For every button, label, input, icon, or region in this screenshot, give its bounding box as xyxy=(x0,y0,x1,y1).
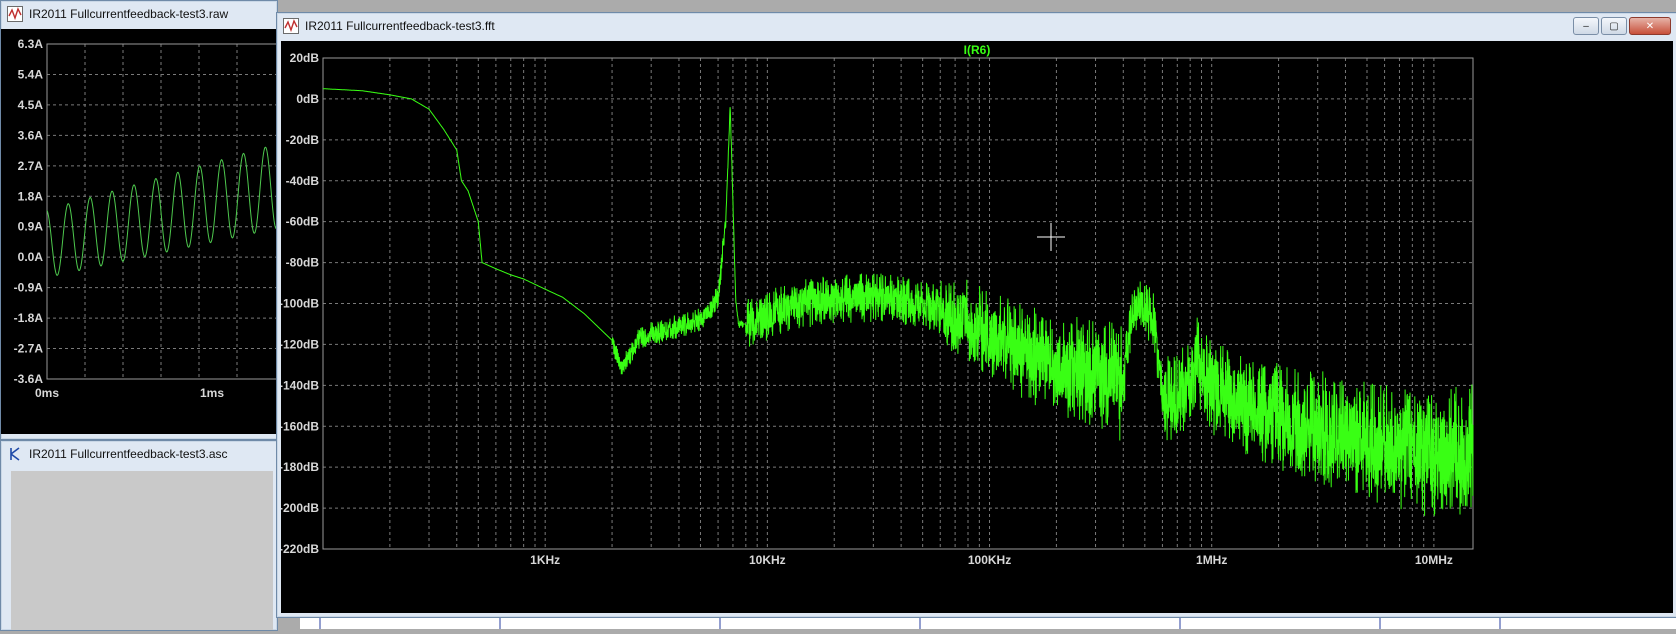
fft-x-tick-label: 1MHz xyxy=(1196,553,1227,567)
raw-window-titlebar[interactable]: IR2011 Fullcurrentfeedback-test3.raw xyxy=(1,1,277,27)
raw-y-tick-label: -2.7A xyxy=(14,342,44,356)
maximize-button[interactable]: ▢ xyxy=(1601,17,1627,35)
waveform-app-icon xyxy=(7,6,23,22)
raw-x-tick-label: 1ms xyxy=(200,386,224,400)
fft-y-tick-label: 0dB xyxy=(296,92,319,106)
fft-window-titlebar[interactable]: IR2011 Fullcurrentfeedback-test3.fft xyxy=(277,13,1676,39)
fft-window[interactable]: IR2011 Fullcurrentfeedback-test3.fft ‒ ▢… xyxy=(276,12,1676,618)
schematic-window-titlebar[interactable]: IR2011 Fullcurrentfeedback-test3.asc xyxy=(1,441,277,467)
fft-x-tick-label: 100KHz xyxy=(968,553,1011,567)
raw-waveform-window[interactable]: IR2011 Fullcurrentfeedback-test3.raw 6.3… xyxy=(0,0,278,440)
fft-trace-line xyxy=(323,88,1474,516)
minimize-button[interactable]: ‒ xyxy=(1573,17,1599,35)
fft-y-tick-label: -100dB xyxy=(281,297,319,311)
window-controls: ‒ ▢ ✕ xyxy=(1573,17,1671,35)
fft-y-tick-label: -40dB xyxy=(286,174,320,188)
fft-y-tick-label: 20dB xyxy=(290,51,320,65)
raw-y-tick-label: 0.9A xyxy=(18,220,44,234)
waveform-app-icon xyxy=(283,18,299,34)
raw-y-tick-label: 2.7A xyxy=(18,159,44,173)
raw-plot-frame xyxy=(46,43,277,380)
raw-y-tick-label: 1.8A xyxy=(18,189,44,203)
fft-y-tick-label: -80dB xyxy=(286,256,320,270)
fft-y-tick-label: -20dB xyxy=(286,133,320,147)
schematic-window-title: IR2011 Fullcurrentfeedback-test3.asc xyxy=(29,447,228,461)
fft-y-tick-label: -220dB xyxy=(281,542,319,556)
fft-y-tick-label: -120dB xyxy=(281,337,319,351)
raw-y-tick-label: 5.4A xyxy=(18,67,44,81)
raw-y-tick-label: -1.8A xyxy=(14,311,44,325)
raw-y-tick-label: 3.6A xyxy=(18,128,44,142)
raw-window-title: IR2011 Fullcurrentfeedback-test3.raw xyxy=(29,7,229,21)
fft-x-axis: 1KHz 10KHz 100KHz 1MHz 10MHz xyxy=(530,553,1453,567)
raw-y-tick-label: -3.6A xyxy=(14,372,44,386)
fft-y-tick-label: -200dB xyxy=(281,501,319,515)
fft-spectrum-chart[interactable]: 20dB 0dB -20dB -40dB -60dB -80dB -100dB -120dB -… xyxy=(281,41,1673,613)
fft-x-tick-label: 10MHz xyxy=(1415,553,1453,567)
fft-window-title: IR2011 Fullcurrentfeedback-test3.fft xyxy=(305,19,495,33)
close-button[interactable]: ✕ xyxy=(1629,17,1671,35)
raw-trace-line xyxy=(46,146,277,276)
crosshair-cursor-icon xyxy=(1037,223,1065,251)
raw-y-tick-label: 6.3A xyxy=(18,37,44,51)
schematic-window[interactable]: IR2011 Fullcurrentfeedback-test3.asc xyxy=(0,440,278,631)
fft-y-axis: 20dB 0dB -20dB -40dB -60dB -80dB -100dB -120dB -… xyxy=(281,51,319,556)
schematic-app-icon xyxy=(7,446,23,462)
fft-y-tick-label: -180dB xyxy=(281,460,319,474)
raw-grid xyxy=(46,43,277,380)
schematic-canvas[interactable] xyxy=(11,471,273,630)
fft-plot-area[interactable]: I(R6) 20dB 0dB -20dB -40dB -60dB -80dB -100dB -… xyxy=(281,41,1673,613)
raw-plot-area[interactable]: 6.3A 5.4A 4.5A 3.6A 2.7A 1.8A 0.9A 0.0A -0.9A -1.… xyxy=(1,29,277,434)
fft-y-tick-label: -140dB xyxy=(281,378,319,392)
fft-y-tick-label: -160dB xyxy=(281,419,319,433)
raw-y-tick-label: 4.5A xyxy=(18,98,44,112)
raw-y-tick-label: -0.9A xyxy=(14,281,44,295)
fft-x-tick-label: 1KHz xyxy=(530,553,560,567)
raw-y-tick-label: 0.0A xyxy=(18,250,44,264)
raw-x-tick-label: 0ms xyxy=(35,386,59,400)
raw-waveform-plot[interactable]: 6.3A 5.4A 4.5A 3.6A 2.7A 1.8A 0.9A 0.0A -0.9A -1.… xyxy=(1,29,277,434)
fft-x-tick-label: 10KHz xyxy=(749,553,786,567)
fft-y-tick-label: -60dB xyxy=(286,215,320,229)
